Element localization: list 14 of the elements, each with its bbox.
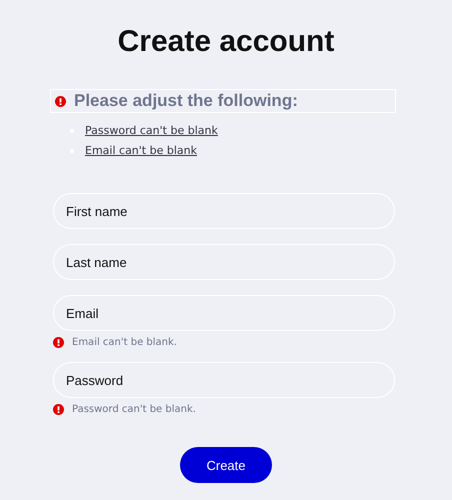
error-message: Password can't be blank. <box>72 404 196 415</box>
error-link[interactable]: Email can't be blank <box>85 143 197 159</box>
error-message: Email can't be blank. <box>72 337 177 348</box>
input-field[interactable]: First name <box>53 193 395 229</box>
error-link[interactable]: Password can't be blank <box>85 123 218 139</box>
page-title: Create account <box>118 24 334 60</box>
alert-icon <box>53 404 64 415</box>
input-field[interactable]: Email <box>53 295 395 331</box>
create-button[interactable]: Create <box>180 447 272 483</box>
alert-icon <box>55 96 66 106</box>
error-heading: Please adjust the following: <box>74 91 298 111</box>
input-field[interactable]: Last name <box>53 244 395 280</box>
alert-icon <box>53 337 64 348</box>
input-field[interactable]: Password <box>53 362 395 398</box>
